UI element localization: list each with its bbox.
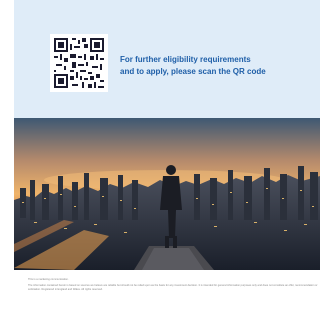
city-skyline-person-image [14,118,320,270]
disclaimer-heading: This is a marketing communication. [28,278,69,281]
cta-banner: For further eligibility requirements and… [14,0,320,118]
hero-image [14,118,320,270]
disclaimer-body: The information contained herein is base… [28,283,318,291]
disclaimer-text: This is a marketing communication. The i… [28,278,320,293]
cta-line-1: For further eligibility requirements [120,55,251,64]
flyer-page: For further eligibility requirements and… [14,0,320,323]
cta-text: For further eligibility requirements and… [120,54,316,78]
cta-line-2: and to apply, please scan the QR code [120,67,266,76]
qr-code-icon [54,38,104,88]
qr-code[interactable] [50,34,108,92]
